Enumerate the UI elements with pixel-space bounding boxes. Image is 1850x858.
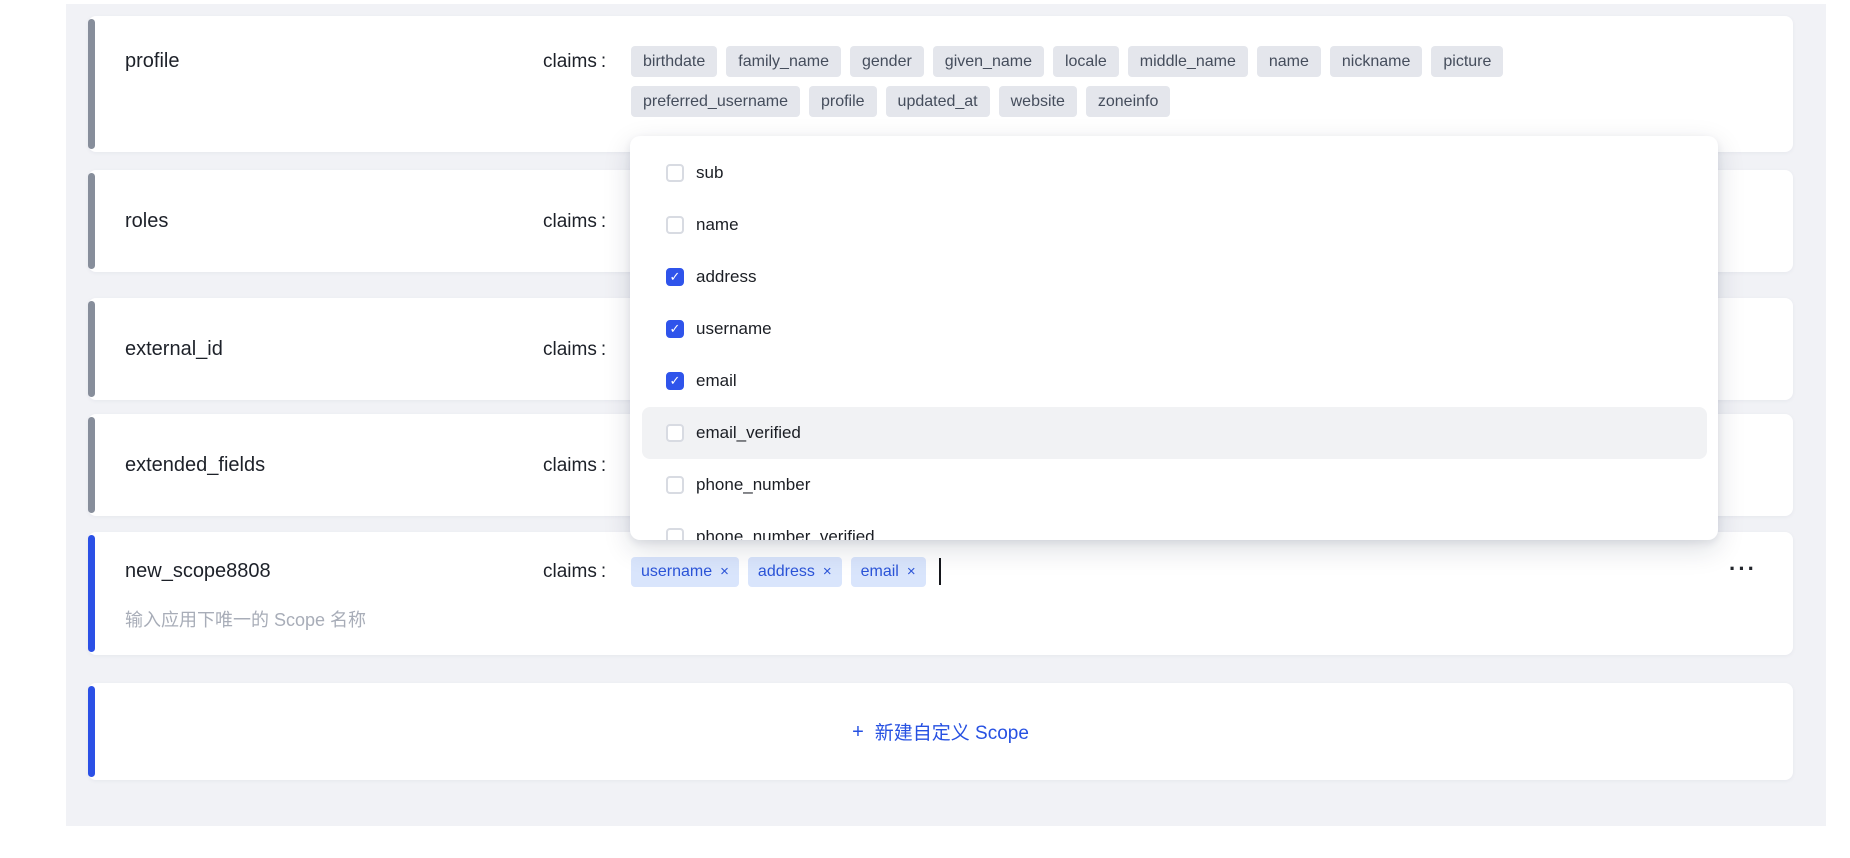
checkbox-icon[interactable]: ✓ bbox=[666, 320, 684, 338]
profile-claims-row-0: birthdate family_name gender given_name … bbox=[631, 46, 1503, 77]
dropdown-option-label: email bbox=[696, 371, 737, 391]
profile-claims-tags: birthdate family_name gender given_name … bbox=[631, 46, 1503, 117]
text-cursor bbox=[939, 558, 941, 585]
dropdown-option[interactable]: ✓ username bbox=[642, 303, 1707, 355]
scope-accent-bar bbox=[88, 19, 95, 149]
claim-tag: birthdate bbox=[631, 46, 717, 77]
remove-claim-icon[interactable]: × bbox=[720, 557, 729, 587]
add-scope-card: + 新建自定义 Scope bbox=[88, 683, 1793, 780]
claims-input[interactable]: username × address × email × bbox=[631, 557, 926, 587]
dropdown-option-label: sub bbox=[696, 163, 723, 183]
dropdown-option-label: phone_number bbox=[696, 475, 810, 495]
checkbox-icon[interactable] bbox=[666, 164, 684, 182]
scope-accent-bar-active bbox=[88, 535, 95, 652]
dropdown-option[interactable]: email_verified bbox=[642, 407, 1707, 459]
checkbox-icon[interactable]: ✓ bbox=[666, 268, 684, 286]
claim-tag: preferred_username bbox=[631, 86, 800, 117]
dropdown-option[interactable]: name bbox=[642, 199, 1707, 251]
checkbox-icon[interactable] bbox=[666, 528, 684, 540]
claim-tag: given_name bbox=[933, 46, 1044, 77]
checkbox-icon[interactable]: ✓ bbox=[666, 372, 684, 390]
scope-name-helper: 输入应用下唯一的 Scope 名称 bbox=[125, 606, 366, 632]
selected-claim-tag: address × bbox=[748, 557, 842, 587]
claim-tag: website bbox=[999, 86, 1077, 117]
selected-claim-tag: username × bbox=[631, 557, 739, 587]
plus-icon: + bbox=[852, 722, 864, 742]
claims-label: claims: bbox=[543, 450, 631, 481]
claims-dropdown: sub name ✓ address ✓ username ✓ email em… bbox=[630, 136, 1718, 540]
profile-claims-row-1: preferred_username profile updated_at we… bbox=[631, 86, 1503, 117]
dropdown-option[interactable]: sub bbox=[642, 147, 1707, 199]
claim-tag: family_name bbox=[726, 46, 841, 77]
claim-tag: locale bbox=[1053, 46, 1119, 77]
scope-name: profile bbox=[125, 46, 543, 77]
scope-name-input-value[interactable]: new_scope8808 bbox=[125, 556, 543, 587]
claim-tag: picture bbox=[1431, 46, 1503, 77]
claims-label: claims: bbox=[543, 206, 631, 237]
scope-accent-bar bbox=[88, 417, 95, 513]
add-scope-button-label: 新建自定义 Scope bbox=[875, 718, 1029, 745]
scope-name: external_id bbox=[125, 334, 543, 365]
selected-claim-label: username bbox=[641, 557, 712, 587]
scope-card-new-scope: new_scope8808 claims: username × address… bbox=[88, 532, 1793, 655]
claim-tag: nickname bbox=[1330, 46, 1422, 77]
checkbox-icon[interactable] bbox=[666, 216, 684, 234]
more-icon[interactable]: ··· bbox=[1729, 558, 1757, 580]
scope-name: roles bbox=[125, 206, 543, 237]
claim-tag: zoneinfo bbox=[1086, 86, 1171, 117]
claims-label: claims: bbox=[543, 46, 631, 77]
dropdown-option[interactable]: ✓ address bbox=[642, 251, 1707, 303]
dropdown-option-label: phone_number_verified bbox=[696, 527, 875, 540]
checkbox-icon[interactable] bbox=[666, 476, 684, 494]
selected-claim-label: address bbox=[758, 557, 815, 587]
checkbox-icon[interactable] bbox=[666, 424, 684, 442]
scope-card-profile: profile claims: birthdate family_name ge… bbox=[88, 16, 1793, 152]
dropdown-option[interactable]: phone_number_verified bbox=[642, 511, 1707, 540]
selected-claim-tag: email × bbox=[851, 557, 926, 587]
claims-label: claims: bbox=[543, 556, 631, 587]
dropdown-option-label: name bbox=[696, 215, 739, 235]
selected-claim-label: email bbox=[861, 557, 899, 587]
claim-tag: name bbox=[1257, 46, 1321, 77]
claims-label: claims: bbox=[543, 334, 631, 365]
claim-tag: profile bbox=[809, 86, 877, 117]
dropdown-option[interactable]: phone_number bbox=[642, 459, 1707, 511]
claim-tag: middle_name bbox=[1128, 46, 1248, 77]
scope-name: extended_fields bbox=[125, 450, 543, 481]
dropdown-option-label: email_verified bbox=[696, 423, 801, 443]
add-scope-button[interactable]: + 新建自定义 Scope bbox=[852, 718, 1029, 745]
remove-claim-icon[interactable]: × bbox=[907, 557, 916, 587]
scope-accent-bar bbox=[88, 301, 95, 397]
add-scope-accent-bar bbox=[88, 686, 95, 777]
claim-tag: updated_at bbox=[886, 86, 990, 117]
scope-accent-bar bbox=[88, 173, 95, 269]
remove-claim-icon[interactable]: × bbox=[823, 557, 832, 587]
dropdown-option-label: address bbox=[696, 267, 756, 287]
dropdown-option[interactable]: ✓ email bbox=[642, 355, 1707, 407]
dropdown-option-label: username bbox=[696, 319, 772, 339]
claim-tag: gender bbox=[850, 46, 924, 77]
